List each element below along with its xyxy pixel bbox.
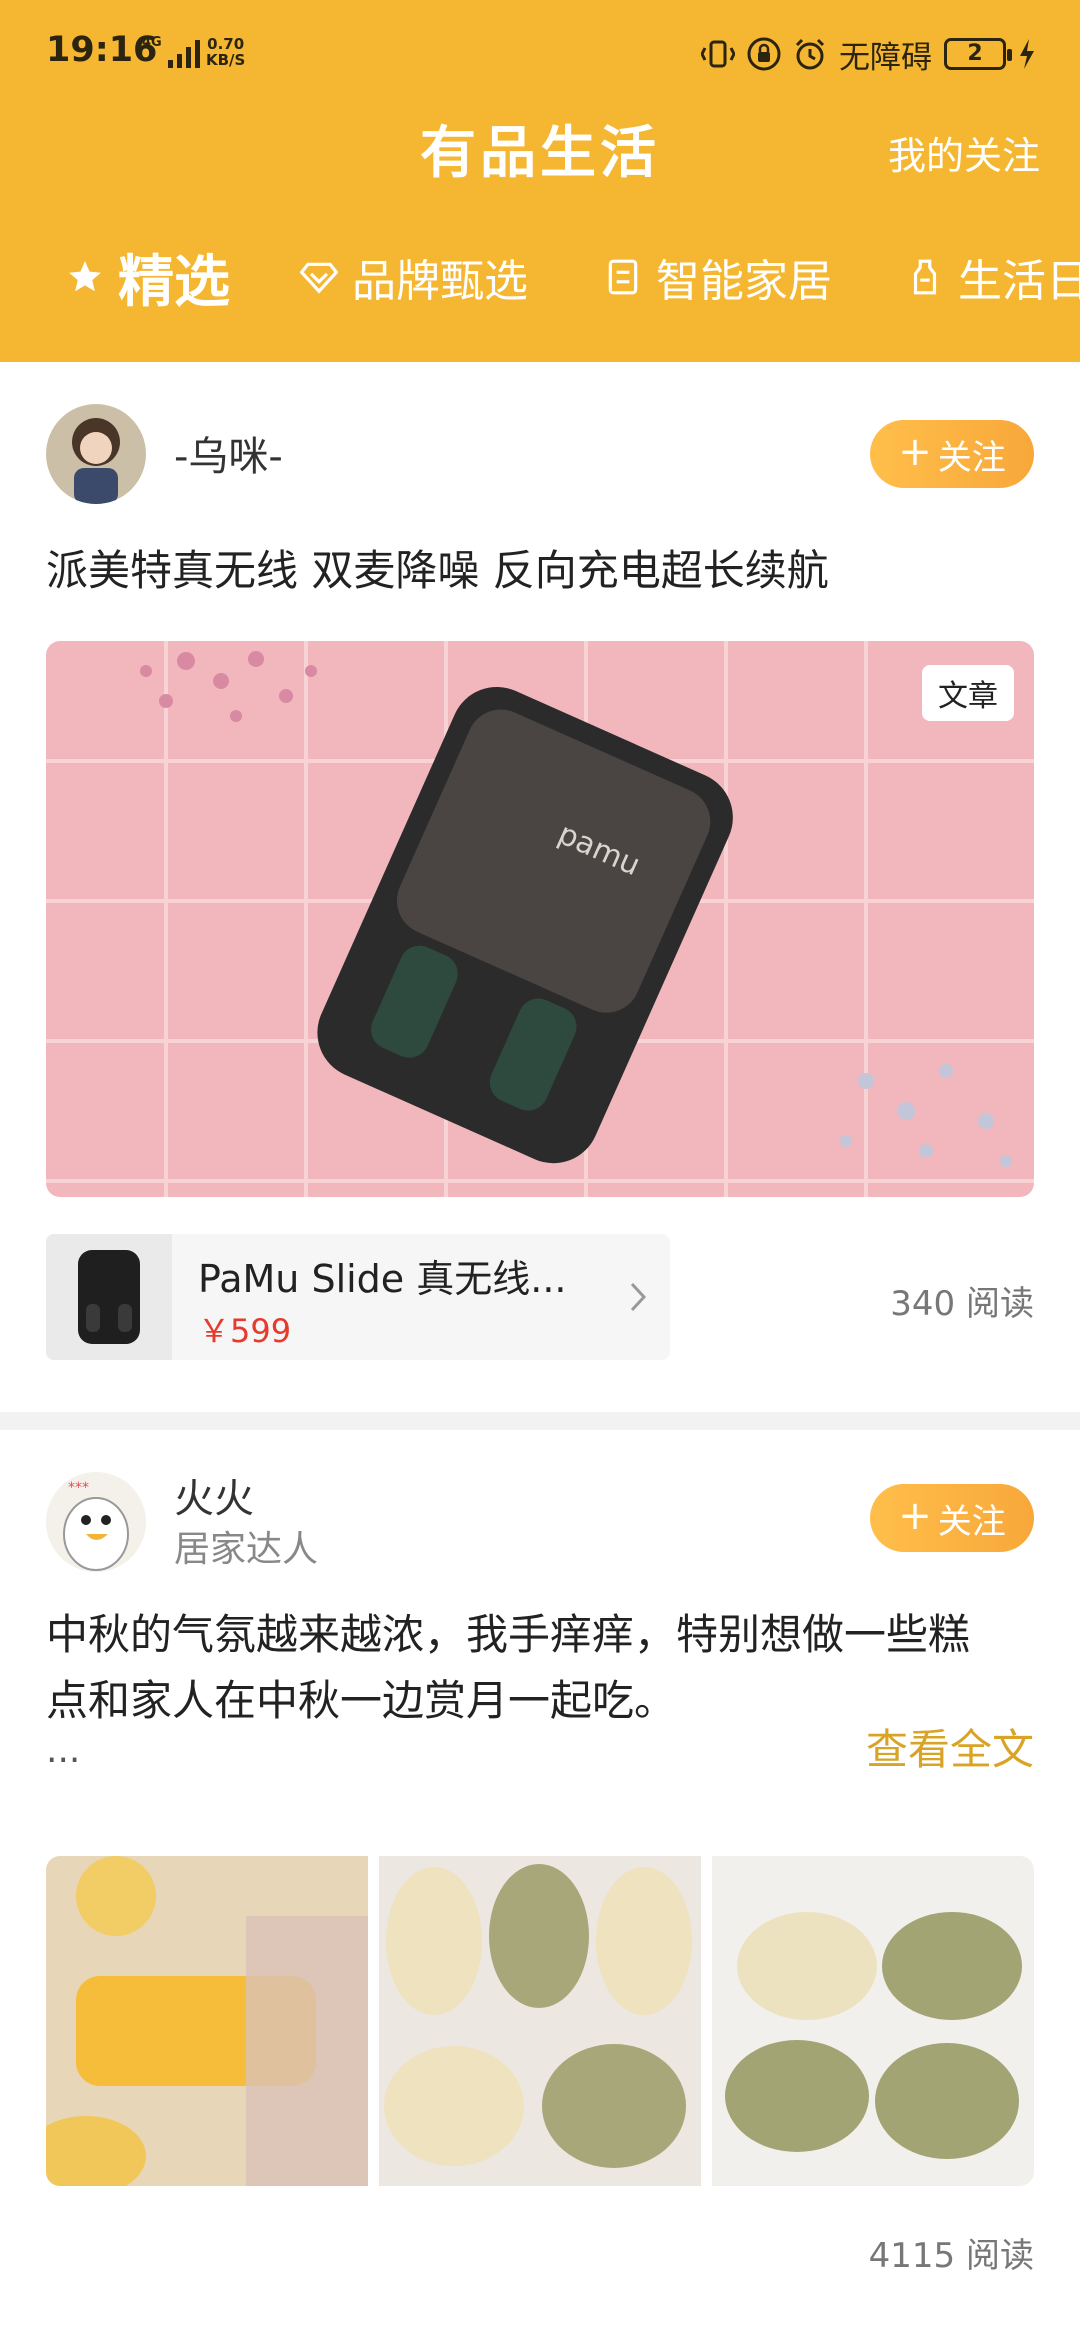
follow-label: 关注 xyxy=(937,437,1006,478)
bottle-icon xyxy=(913,259,937,295)
tab-label: 生活日 xyxy=(958,256,1080,307)
post-card[interactable]: -乌咪- + 关注 派美特真无线 双麦降噪 反向充电超长续航 pamu 文章 P… xyxy=(0,362,1080,1412)
tab-label: 品牌甄选 xyxy=(352,256,528,307)
product-card[interactable]: PaMu Slide 真无线... ￥599 xyxy=(46,1234,670,1360)
avatar-image: *** xyxy=(46,1472,146,1572)
speed-value: 0.70 xyxy=(207,35,245,53)
mooncake-photo xyxy=(46,1856,368,2186)
lock-icon xyxy=(747,37,781,71)
charging-icon xyxy=(1020,39,1034,69)
plus-icon: + xyxy=(898,1493,932,1539)
chevron-right-icon xyxy=(630,1282,647,1312)
post-image[interactable] xyxy=(46,1856,368,2186)
product-image xyxy=(46,1234,172,1360)
mooncake-photo xyxy=(712,1856,1034,2186)
tab-brand[interactable]: 品牌甄选 xyxy=(300,232,528,322)
avatar[interactable] xyxy=(46,404,146,504)
product-thumbnail xyxy=(46,1234,172,1360)
post-text[interactable]: 中秋的气氛越来越浓，我手痒痒，特别想做一些糕 点和家人在中秋一边赏月一起吃。 xyxy=(46,1602,1034,1734)
tab-label: 智能家居 xyxy=(656,256,832,307)
post-text-line: 中秋的气氛越来越浓，我手痒痒，特别想做一些糕 xyxy=(46,1610,971,1659)
network-type: 4G xyxy=(142,35,162,50)
author-name[interactable]: -乌咪- xyxy=(174,424,283,482)
status-icons: 无障碍 2 xyxy=(701,30,1036,78)
tab-smart-home[interactable]: 智能家居 xyxy=(604,232,832,322)
status-bar: 19:16 4G 0.70 KB/S 无障碍 2 xyxy=(0,0,1080,108)
mooncake-photo xyxy=(379,1856,701,2186)
product-name: PaMu Slide 真无线... xyxy=(198,1257,567,1301)
follow-button[interactable]: + 关注 xyxy=(870,420,1034,488)
post-image[interactable] xyxy=(712,1856,1034,2186)
category-tabs: 精选 品牌甄选 智能家居 生活日 xyxy=(0,232,1080,322)
post-title[interactable]: 派美特真无线 双麦降噪 反向充电超长续航 xyxy=(46,538,1034,604)
alarm-icon xyxy=(795,38,825,70)
post-card[interactable]: *** 火火 居家达人 + 关注 中秋的气氛越来越浓，我手痒痒，特别想做一些糕 … xyxy=(0,1430,1080,2345)
battery-icon: 2 xyxy=(944,38,1012,70)
status-time: 19:16 xyxy=(46,30,158,70)
my-follows-link[interactable]: 我的关注 xyxy=(888,125,1040,180)
avatar[interactable]: *** xyxy=(46,1472,146,1572)
read-count: 4115 阅读 xyxy=(868,2236,1034,2276)
author-name[interactable]: 火火 xyxy=(174,1466,254,1524)
tab-featured[interactable]: 精选 xyxy=(66,232,230,322)
section-divider xyxy=(0,1412,1080,1430)
speed-unit: KB/S xyxy=(206,51,246,69)
tab-label: 精选 xyxy=(118,249,230,315)
text-ellipsis: ... xyxy=(46,1730,81,1771)
network-speed: 0.70 KB/S xyxy=(206,36,245,68)
post-hero-image[interactable]: pamu 文章 xyxy=(46,641,1034,1197)
read-count: 340 阅读 xyxy=(890,1284,1034,1324)
product-price: ￥599 xyxy=(198,1312,292,1350)
svg-text:***: *** xyxy=(68,1480,89,1496)
post-image[interactable] xyxy=(379,1856,701,2186)
post-image-grid xyxy=(46,1856,1034,2186)
vibrate-icon xyxy=(701,40,735,68)
device-icon xyxy=(608,259,638,295)
avatar-image xyxy=(46,404,146,504)
earbuds-photo: pamu xyxy=(46,641,1034,1197)
follow-label: 关注 xyxy=(937,1501,1006,1542)
accessibility-label: 无障碍 xyxy=(839,39,932,76)
read-more-link[interactable]: 查看全文 xyxy=(866,1716,1034,1777)
plus-icon: + xyxy=(898,429,932,475)
author-tag: 居家达人 xyxy=(174,1529,319,1570)
diamond-icon xyxy=(300,262,338,294)
star-icon xyxy=(69,261,101,292)
signal-icon xyxy=(168,40,200,68)
follow-button[interactable]: + 关注 xyxy=(870,1484,1034,1552)
app-header: 19:16 4G 0.70 KB/S 无障碍 2 有品生活 我的关注 精选 品牌… xyxy=(0,0,1080,362)
article-badge: 文章 xyxy=(922,665,1014,721)
tab-life[interactable]: 生活日 xyxy=(906,232,1080,322)
